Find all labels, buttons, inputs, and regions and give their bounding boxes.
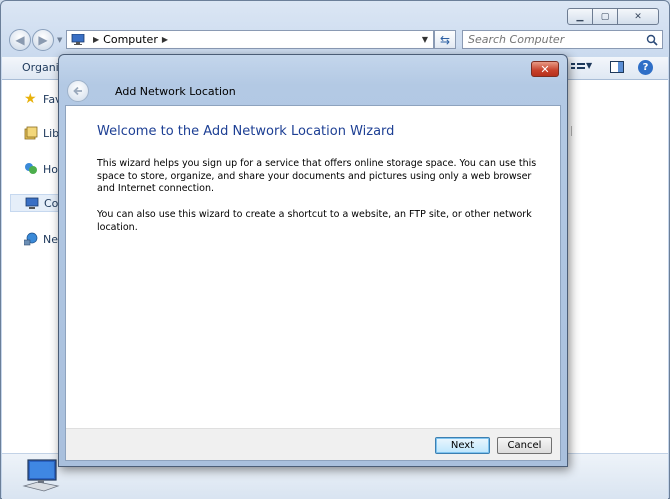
- cancel-button[interactable]: Cancel: [497, 437, 552, 454]
- wizard-heading: Welcome to the Add Network Location Wiza…: [97, 124, 395, 139]
- homegroup-icon: [25, 163, 37, 174]
- maximize-icon: ▢: [600, 11, 610, 22]
- search-box[interactable]: [462, 30, 663, 49]
- navigation-buttons: ◀ ▶ ▼: [9, 29, 62, 51]
- view-dropdown-icon[interactable]: ▼: [586, 61, 592, 70]
- wizard-description-2: You can also use this wizard to create a…: [97, 209, 532, 233]
- nav-network[interactable]: Net: [24, 232, 62, 246]
- preview-pane-icon[interactable]: [610, 61, 624, 73]
- forward-arrow-icon: ▶: [38, 33, 48, 47]
- computer-icon: [22, 459, 60, 492]
- library-icon: [24, 126, 38, 140]
- maximize-button[interactable]: ▢: [592, 8, 618, 25]
- close-window-button[interactable]: ✕: [617, 8, 659, 25]
- wizard-page: Welcome to the Add Network Location Wiza…: [65, 105, 561, 461]
- computer-icon: [25, 197, 39, 209]
- back-arrow-icon: ◀: [15, 33, 25, 47]
- breadcrumb-separator[interactable]: ▶: [162, 35, 168, 44]
- view-options-icon[interactable]: [571, 62, 585, 72]
- next-button[interactable]: Next: [435, 437, 490, 454]
- wizard-description-1: This wizard helps you sign up for a serv…: [97, 158, 537, 194]
- search-input[interactable]: [463, 32, 640, 47]
- refresh-button[interactable]: ⇆: [434, 30, 456, 49]
- search-icon[interactable]: [646, 34, 658, 46]
- back-button[interactable]: ◀: [9, 29, 31, 51]
- help-icon[interactable]: ?: [638, 60, 653, 75]
- add-network-location-dialog: ✕ Add Network Location Welcome to the Ad…: [58, 54, 568, 467]
- network-icon: [24, 232, 38, 246]
- wizard-back-button[interactable]: [67, 80, 89, 102]
- address-bar[interactable]: ▶ Computer ▶ ▼: [66, 30, 434, 49]
- refresh-icon: ⇆: [439, 32, 451, 47]
- window-caption-buttons: ▁ ▢ ✕: [567, 8, 659, 25]
- computer-icon: [71, 34, 85, 45]
- dialog-title: Add Network Location: [115, 85, 236, 98]
- close-icon: ✕: [634, 11, 642, 22]
- back-arrow-icon: [73, 86, 82, 96]
- minimize-button[interactable]: ▁: [567, 8, 593, 25]
- address-dropdown-icon[interactable]: ▼: [422, 35, 428, 44]
- dialog-close-button[interactable]: ✕: [531, 61, 559, 77]
- nav-homegroup[interactable]: Hor: [24, 162, 63, 176]
- wizard-footer: Next Cancel: [66, 428, 560, 460]
- breadcrumb-computer[interactable]: Computer: [103, 33, 158, 46]
- star-icon: ★: [24, 91, 37, 107]
- recent-pages-dropdown[interactable]: ▼: [57, 36, 62, 44]
- breadcrumb-separator[interactable]: ▶: [93, 35, 99, 44]
- minimize-icon: ▁: [576, 11, 584, 22]
- forward-button[interactable]: ▶: [32, 29, 54, 51]
- close-icon: ✕: [540, 62, 550, 76]
